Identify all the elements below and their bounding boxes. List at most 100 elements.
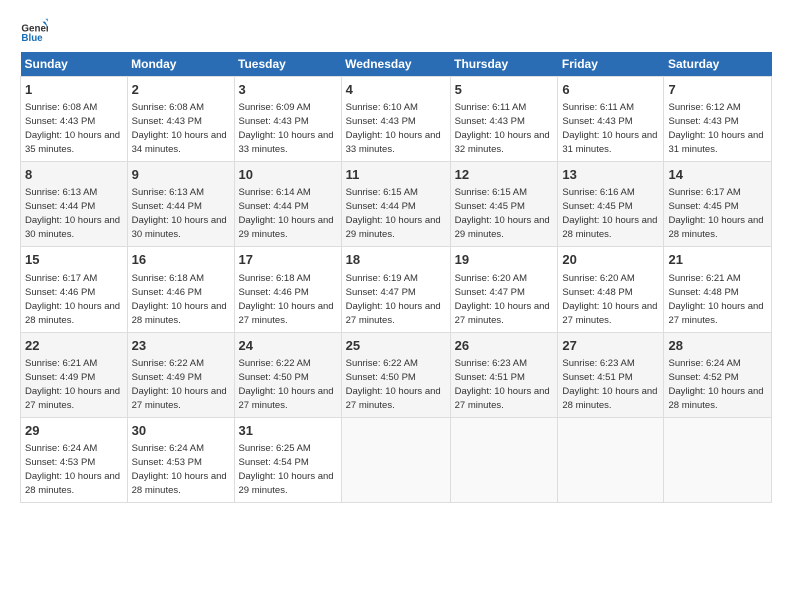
day-info: Sunrise: 6:21 AMSunset: 4:49 PMDaylight:… [25, 358, 120, 411]
day-number: 2 [132, 81, 230, 99]
day-number: 13 [562, 166, 659, 184]
day-number: 4 [346, 81, 446, 99]
day-number: 3 [239, 81, 337, 99]
day-number: 29 [25, 422, 123, 440]
calendar-cell: 12 Sunrise: 6:15 AMSunset: 4:45 PMDayligh… [450, 162, 558, 247]
calendar-cell: 15 Sunrise: 6:17 AMSunset: 4:46 PMDayligh… [21, 247, 128, 332]
day-number: 24 [239, 337, 337, 355]
day-info: Sunrise: 6:24 AMSunset: 4:52 PMDaylight:… [668, 358, 763, 411]
weekday-thursday: Thursday [450, 52, 558, 77]
day-info: Sunrise: 6:11 AMSunset: 4:43 PMDaylight:… [455, 102, 550, 155]
calendar-cell [450, 417, 558, 502]
weekday-friday: Friday [558, 52, 664, 77]
day-info: Sunrise: 6:13 AMSunset: 4:44 PMDaylight:… [132, 187, 227, 240]
calendar-cell: 24 Sunrise: 6:22 AMSunset: 4:50 PMDayligh… [234, 332, 341, 417]
day-info: Sunrise: 6:15 AMSunset: 4:45 PMDaylight:… [455, 187, 550, 240]
calendar-cell: 22 Sunrise: 6:21 AMSunset: 4:49 PMDayligh… [21, 332, 128, 417]
day-info: Sunrise: 6:17 AMSunset: 4:46 PMDaylight:… [25, 273, 120, 326]
day-info: Sunrise: 6:23 AMSunset: 4:51 PMDaylight:… [562, 358, 657, 411]
day-info: Sunrise: 6:18 AMSunset: 4:46 PMDaylight:… [239, 273, 334, 326]
weekday-sunday: Sunday [21, 52, 128, 77]
calendar-week-3: 15 Sunrise: 6:17 AMSunset: 4:46 PMDayligh… [21, 247, 772, 332]
day-number: 26 [455, 337, 554, 355]
day-info: Sunrise: 6:16 AMSunset: 4:45 PMDaylight:… [562, 187, 657, 240]
day-info: Sunrise: 6:10 AMSunset: 4:43 PMDaylight:… [346, 102, 441, 155]
calendar-cell: 6 Sunrise: 6:11 AMSunset: 4:43 PMDaylight… [558, 77, 664, 162]
day-number: 21 [668, 251, 767, 269]
day-number: 23 [132, 337, 230, 355]
day-number: 10 [239, 166, 337, 184]
calendar-cell: 27 Sunrise: 6:23 AMSunset: 4:51 PMDayligh… [558, 332, 664, 417]
calendar-cell: 29 Sunrise: 6:24 AMSunset: 4:53 PMDayligh… [21, 417, 128, 502]
calendar-cell [341, 417, 450, 502]
day-number: 6 [562, 81, 659, 99]
day-number: 18 [346, 251, 446, 269]
calendar-cell: 26Sunrise: 6:23 AMSunset: 4:51 PMDayligh… [450, 332, 558, 417]
day-info: Sunrise: 6:17 AMSunset: 4:45 PMDaylight:… [668, 187, 763, 240]
day-number: 27 [562, 337, 659, 355]
day-info: Sunrise: 6:24 AMSunset: 4:53 PMDaylight:… [132, 443, 227, 496]
calendar-cell: 17 Sunrise: 6:18 AMSunset: 4:46 PMDayligh… [234, 247, 341, 332]
weekday-wednesday: Wednesday [341, 52, 450, 77]
calendar-cell [664, 417, 772, 502]
day-info: Sunrise: 6:25 AMSunset: 4:54 PMDaylight:… [239, 443, 334, 496]
weekday-header-row: SundayMondayTuesdayWednesdayThursdayFrid… [21, 52, 772, 77]
day-number: 15 [25, 251, 123, 269]
calendar-cell: 28 Sunrise: 6:24 AMSunset: 4:52 PMDayligh… [664, 332, 772, 417]
calendar-cell: 2Sunrise: 6:08 AMSunset: 4:43 PMDaylight… [127, 77, 234, 162]
day-info: Sunrise: 6:15 AMSunset: 4:44 PMDaylight:… [346, 187, 441, 240]
calendar-cell: 7Sunrise: 6:12 AMSunset: 4:43 PMDaylight… [664, 77, 772, 162]
calendar-cell: 23Sunrise: 6:22 AMSunset: 4:49 PMDayligh… [127, 332, 234, 417]
day-info: Sunrise: 6:20 AMSunset: 4:48 PMDaylight:… [562, 273, 657, 326]
calendar-cell: 3 Sunrise: 6:09 AMSunset: 4:43 PMDaylight… [234, 77, 341, 162]
header: General Blue [20, 16, 772, 44]
day-info: Sunrise: 6:13 AMSunset: 4:44 PMDaylight:… [25, 187, 120, 240]
day-info: Sunrise: 6:09 AMSunset: 4:43 PMDaylight:… [239, 102, 334, 155]
day-info: Sunrise: 6:19 AMSunset: 4:47 PMDaylight:… [346, 273, 441, 326]
day-number: 12 [455, 166, 554, 184]
calendar-cell: 1 Sunrise: 6:08 AMSunset: 4:43 PMDaylight… [21, 77, 128, 162]
calendar-week-4: 22 Sunrise: 6:21 AMSunset: 4:49 PMDayligh… [21, 332, 772, 417]
weekday-saturday: Saturday [664, 52, 772, 77]
calendar-cell: 13 Sunrise: 6:16 AMSunset: 4:45 PMDayligh… [558, 162, 664, 247]
day-number: 16 [132, 251, 230, 269]
day-info: Sunrise: 6:24 AMSunset: 4:53 PMDaylight:… [25, 443, 120, 496]
svg-text:Blue: Blue [21, 33, 43, 44]
day-info: Sunrise: 6:22 AMSunset: 4:50 PMDaylight:… [239, 358, 334, 411]
day-number: 19 [455, 251, 554, 269]
day-info: Sunrise: 6:21 AMSunset: 4:48 PMDaylight:… [668, 273, 763, 326]
calendar-cell: 5 Sunrise: 6:11 AMSunset: 4:43 PMDaylight… [450, 77, 558, 162]
day-info: Sunrise: 6:08 AMSunset: 4:43 PMDaylight:… [25, 102, 120, 155]
calendar-cell: 20 Sunrise: 6:20 AMSunset: 4:48 PMDayligh… [558, 247, 664, 332]
day-info: Sunrise: 6:11 AMSunset: 4:43 PMDaylight:… [562, 102, 657, 155]
logo: General Blue [20, 16, 52, 44]
calendar-cell [558, 417, 664, 502]
calendar-cell: 9 Sunrise: 6:13 AMSunset: 4:44 PMDaylight… [127, 162, 234, 247]
day-number: 20 [562, 251, 659, 269]
day-number: 31 [239, 422, 337, 440]
day-info: Sunrise: 6:20 AMSunset: 4:47 PMDaylight:… [455, 273, 550, 326]
calendar-week-1: 1 Sunrise: 6:08 AMSunset: 4:43 PMDaylight… [21, 77, 772, 162]
calendar-cell: 18 Sunrise: 6:19 AMSunset: 4:47 PMDayligh… [341, 247, 450, 332]
day-number: 14 [668, 166, 767, 184]
page-container: General Blue SundayMondayTuesdayWednesda… [0, 0, 792, 513]
day-number: 17 [239, 251, 337, 269]
logo-icon: General Blue [20, 16, 48, 44]
day-info: Sunrise: 6:18 AMSunset: 4:46 PMDaylight:… [132, 273, 227, 326]
weekday-tuesday: Tuesday [234, 52, 341, 77]
day-info: Sunrise: 6:22 AMSunset: 4:50 PMDaylight:… [346, 358, 441, 411]
calendar-cell: 31 Sunrise: 6:25 AMSunset: 4:54 PMDayligh… [234, 417, 341, 502]
day-number: 28 [668, 337, 767, 355]
calendar-week-5: 29 Sunrise: 6:24 AMSunset: 4:53 PMDayligh… [21, 417, 772, 502]
day-number: 9 [132, 166, 230, 184]
calendar-table: SundayMondayTuesdayWednesdayThursdayFrid… [20, 52, 772, 503]
day-number: 5 [455, 81, 554, 99]
day-info: Sunrise: 6:14 AMSunset: 4:44 PMDaylight:… [239, 187, 334, 240]
day-number: 22 [25, 337, 123, 355]
calendar-cell: 11Sunrise: 6:15 AMSunset: 4:44 PMDayligh… [341, 162, 450, 247]
day-number: 7 [668, 81, 767, 99]
day-number: 1 [25, 81, 123, 99]
day-number: 8 [25, 166, 123, 184]
calendar-cell: 30Sunrise: 6:24 AMSunset: 4:53 PMDayligh… [127, 417, 234, 502]
calendar-cell: 21 Sunrise: 6:21 AMSunset: 4:48 PMDayligh… [664, 247, 772, 332]
